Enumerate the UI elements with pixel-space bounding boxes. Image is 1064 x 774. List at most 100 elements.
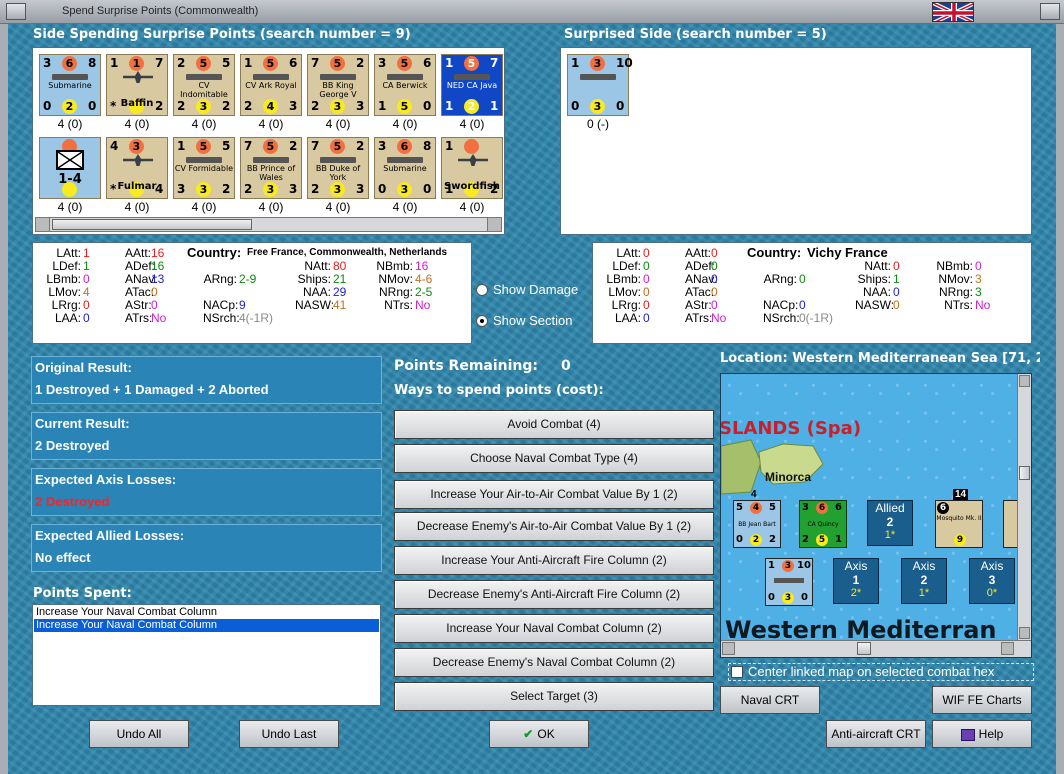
stat-label: NMov: <box>378 272 413 286</box>
scroll-thumb[interactable] <box>1019 466 1030 480</box>
map-counter-ca-quincy[interactable]: 3 6 6 CA Quincy 2 5 1 <box>799 500 847 548</box>
stat-value: 16 <box>151 246 165 260</box>
spend-option-button[interactable]: Select Target (3) <box>394 682 714 711</box>
stat-label: LAtt: <box>616 246 641 260</box>
unit-value: 2 <box>177 56 186 70</box>
map-counter-mosquito[interactable]: 6 Mosquito Mk. II 9 <box>935 500 983 548</box>
map-vertical-scrollbar[interactable] <box>1017 374 1031 640</box>
unit-value: 0 <box>616 99 625 113</box>
scroll-right-icon[interactable] <box>1001 642 1014 655</box>
unit-counter[interactable]: 3 6 8 0 2 0 Submarine <box>39 54 101 116</box>
linked-map[interactable]: SLANDS (Spa) Minorca Western Mediterran … <box>720 373 1032 658</box>
radio-unchecked-icon <box>476 284 488 296</box>
unit-value: 2 <box>222 99 231 113</box>
points-spent-item[interactable]: Increase Your Naval Combat Column <box>34 606 379 619</box>
spend-option-button[interactable]: Decrease Enemy's Air-to-Air Combat Value… <box>394 512 714 541</box>
unit-value: 5 <box>196 139 211 154</box>
ship-icon <box>580 74 616 80</box>
scroll-thumb[interactable] <box>52 219 252 230</box>
infantry-division-icon <box>56 150 84 170</box>
map-counter-bb-jean-bart[interactable]: 5 4 5 BB Jean Bart 0 2 2 <box>733 500 781 548</box>
spend-option-button[interactable]: Decrease Enemy's Anti-Aircraft Fire Colu… <box>394 580 714 609</box>
stat-value: 0 <box>711 246 718 260</box>
aircraft-icon <box>458 154 488 166</box>
spend-option-button[interactable]: Increase Your Air-to-Air Combat Value By… <box>394 480 714 509</box>
stat-label: NAA: <box>302 285 331 299</box>
stat-value: 21 <box>333 272 347 286</box>
scroll-left-icon[interactable] <box>36 218 50 231</box>
show-section-radio[interactable]: Show Section <box>476 313 588 330</box>
map-counter-submarine[interactable]: 1 3 10 0 3 0 <box>765 558 813 606</box>
unit-counter[interactable]: 1 1 2 Swordfish <box>441 137 503 199</box>
stat-label: ADef: <box>685 259 716 273</box>
scroll-left-icon[interactable] <box>722 642 735 655</box>
ok-button[interactable]: ✔ OK <box>489 720 589 748</box>
surprised-side-header: Surprised Side (search number = 5) <box>564 27 827 42</box>
stat-value: 0 <box>799 272 806 286</box>
stat-value: 1 <box>83 259 90 273</box>
stat-label: LDef: <box>52 259 81 273</box>
stat-label: NRng: <box>378 285 413 299</box>
unit-name: NED CA Java <box>446 81 498 90</box>
map-axis-1-box[interactable]: Axis 1 2* <box>833 558 879 604</box>
unit-value: 0 <box>571 99 580 113</box>
unit-counter[interactable]: 1 1 7 * 2 Baffin <box>106 54 168 116</box>
unit-value: 7 <box>311 56 320 70</box>
unit-counter[interactable]: 7 5 2 2 3 3 BB King George V <box>307 54 369 116</box>
unit-counter[interactable]: 1 5 7 1 2 1 NED CA Java <box>441 54 503 116</box>
system-menu-icon[interactable] <box>6 3 26 20</box>
stat-label: NSrch: <box>763 311 800 325</box>
scroll-right-icon[interactable] <box>487 218 501 231</box>
unit-counter[interactable]: 4 3 * 4 Fulmar <box>106 137 168 199</box>
undo-last-button[interactable]: Undo Last <box>239 720 339 748</box>
window-frame-left <box>0 24 8 774</box>
expected-allied-losses-label: Expected Allied Losses: <box>35 528 185 543</box>
unit-count: 4 (0) <box>392 200 418 214</box>
ship-icon <box>320 74 356 80</box>
map-islands-label: SLANDS (Spa) <box>720 418 862 439</box>
unit-counter[interactable]: 2 5 5 2 3 2 CV Indomitable <box>173 54 235 116</box>
scroll-up-icon[interactable] <box>1019 375 1030 387</box>
unit-name: Submarine <box>48 81 92 90</box>
stat-value: 0 <box>643 246 650 260</box>
country-label: Country: <box>187 245 242 260</box>
spend-option-button[interactable]: Increase Your Naval Combat Column (2) <box>394 614 714 643</box>
wif-fe-charts-button[interactable]: WIF FE Charts <box>932 686 1032 714</box>
undo-all-button[interactable]: Undo All <box>89 720 189 748</box>
spend-option-button[interactable]: Choose Naval Combat Type (4) <box>394 444 714 473</box>
scroll-down-icon[interactable] <box>1019 627 1030 639</box>
spend-option-button[interactable]: Avoid Combat (4) <box>394 410 714 439</box>
stat-value: 3 <box>975 285 982 299</box>
spend-option-button[interactable]: Decrease Enemy's Naval Combat Column (2) <box>394 648 714 677</box>
map-allied-box[interactable]: Allied 2 1* <box>867 500 913 546</box>
unit-counter[interactable]: 1 5 5 3 3 2 CV Formidable <box>173 137 235 199</box>
map-axis-2-box[interactable]: Axis 2 1* <box>901 558 947 604</box>
scroll-thumb[interactable] <box>857 642 871 655</box>
minorca-island-icon <box>721 439 824 495</box>
unit-value: 1 <box>244 56 253 70</box>
unit-value: 3 <box>590 56 605 71</box>
close-window-icon[interactable] <box>1040 3 1060 20</box>
spending-units-scrollbar[interactable] <box>35 217 502 232</box>
map-axis-3-box[interactable]: Axis 3 0* <box>969 558 1015 604</box>
show-damage-radio[interactable]: Show Damage <box>476 282 588 299</box>
help-button[interactable]: Help <box>932 720 1032 748</box>
unit-name: CV Ark Royal <box>245 81 297 90</box>
spending-side-header: Side Spending Surprise Points (search nu… <box>33 27 411 42</box>
map-horizontal-scrollbar[interactable] <box>721 640 1031 657</box>
anti-aircraft-crt-button[interactable]: Anti-aircraft CRT <box>826 720 926 748</box>
points-spent-list[interactable]: Increase Your Naval Combat Column Increa… <box>32 604 381 706</box>
unit-name: CA Berwick <box>382 81 428 90</box>
unit-counter[interactable]: 3 5 6 1 5 0 CA Berwick <box>374 54 436 116</box>
naval-crt-button[interactable]: Naval CRT <box>720 686 820 714</box>
unit-counter[interactable]: 1-4 <box>39 137 101 199</box>
unit-counter[interactable]: 3 6 8 0 3 0 Submarine <box>374 137 436 199</box>
center-map-checkbox[interactable]: Center linked map on selected combat hex <box>728 663 1034 681</box>
spend-option-button[interactable]: Increase Your Anti-Aircraft Fire Column … <box>394 546 714 575</box>
unit-counter[interactable]: 7 5 2 2 3 3 BB Prince of Wales <box>240 137 302 199</box>
unit-counter[interactable]: 1 5 6 2 4 3 CV Ark Royal <box>240 54 302 116</box>
unit-counter[interactable]: 1 3 10 0 3 0 <box>567 54 633 116</box>
unit-counter[interactable]: 7 5 2 2 3 3 BB Duke of York <box>307 137 369 199</box>
stat-label: LBmb: <box>46 272 81 286</box>
points-spent-item-selected[interactable]: Increase Your Naval Combat Column <box>34 619 379 632</box>
